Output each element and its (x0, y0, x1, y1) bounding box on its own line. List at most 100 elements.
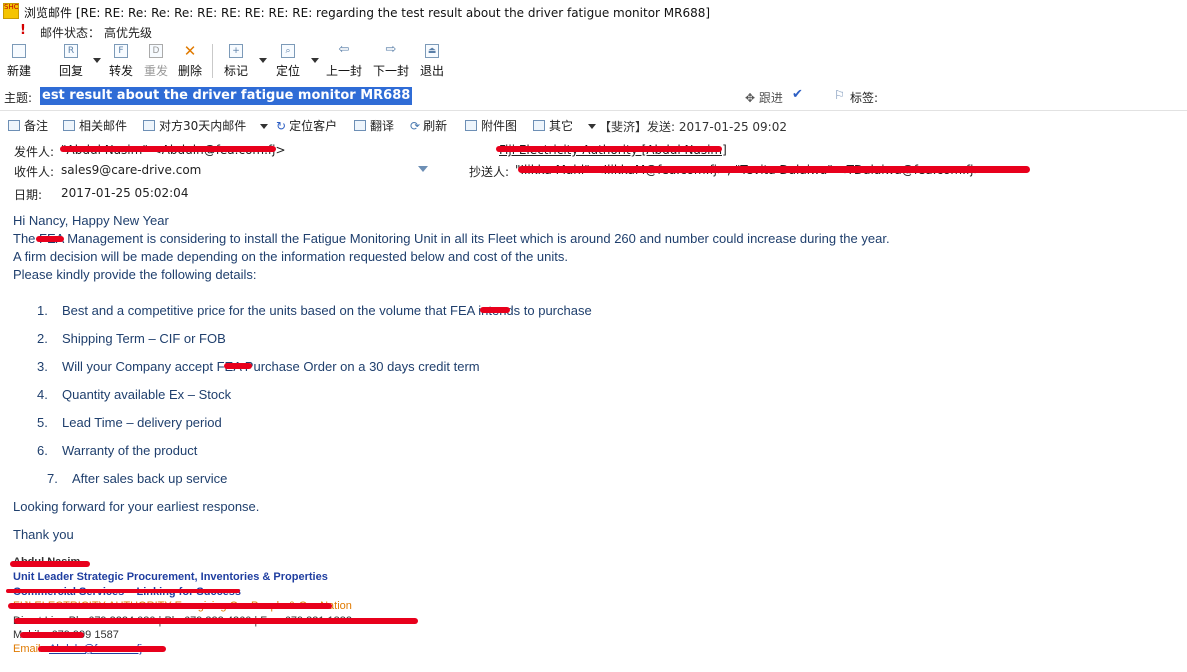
redaction-mark (6, 589, 240, 593)
counterpart-30days-label: 对方30天内邮件 (159, 119, 247, 133)
list-item-number: 1. (37, 303, 48, 318)
redaction-mark (14, 618, 418, 624)
translate-icon (354, 120, 366, 131)
redaction-mark (20, 632, 84, 638)
list-item: Warranty of the product (62, 443, 198, 458)
tag-label[interactable]: 标签: (850, 89, 878, 106)
follow-check-icon[interactable]: ✔ (792, 87, 803, 102)
locate-icon: ⌕ (281, 44, 295, 58)
body-line-1: The FEA Management is considering to ins… (13, 231, 890, 246)
translate-label: 翻译 (370, 119, 395, 133)
follow-up-button[interactable]: ✥ 跟进 (745, 89, 783, 106)
redaction-mark (480, 307, 510, 313)
to-label: 收件人: (14, 165, 55, 179)
locate-label: 定位 (275, 64, 300, 78)
subject-row: 主题: est result about the driver fatigue … (0, 84, 1187, 108)
to-value[interactable]: sales9@care-drive.com (61, 163, 201, 177)
counterpart-dropdown-icon[interactable] (260, 124, 268, 129)
related-mail-button[interactable]: 相关邮件 (63, 117, 127, 134)
list-item-number: 2. (37, 331, 48, 346)
new-button[interactable]: 新建 (4, 42, 34, 80)
attachment-icon (465, 120, 477, 131)
recipients-dropdown-icon[interactable] (418, 166, 428, 172)
forward-label: 转发 (108, 64, 133, 78)
other-button[interactable]: 其它 (533, 117, 573, 134)
locate-dropdown-icon[interactable] (311, 58, 319, 63)
exit-button[interactable]: ⏏ 退出 (418, 42, 446, 80)
locate-customer-button[interactable]: ↻ 定位客户 (276, 117, 337, 134)
window-title: 浏览邮件 [RE: RE: Re: Re: Re: RE: RE: RE: RE… (24, 6, 711, 20)
mark-button[interactable]: + 标记 (220, 42, 252, 80)
exit-label: 退出 (419, 64, 444, 78)
mail-status-row: ! 邮件状态： 高优先级 (0, 22, 600, 40)
list-item-number: 3. (37, 359, 48, 374)
subject-field[interactable]: est result about the driver fatigue moni… (40, 87, 413, 105)
mark-icon: + (229, 44, 243, 58)
body-line-1-post: Management is considering to install the… (63, 231, 890, 246)
resend-icon: D (149, 44, 163, 58)
send-meta: 【斐济】发送: 2017-01-25 09:02 (599, 120, 787, 134)
counterpart-30days-button[interactable]: 对方30天内邮件 (143, 117, 246, 134)
divider (0, 110, 1187, 111)
forward-button[interactable]: F 转发 (106, 42, 136, 80)
redaction-mark (8, 603, 332, 609)
mail-status-label: 邮件状态： (40, 26, 101, 40)
attachment-view-button[interactable]: 附件图 (465, 117, 517, 134)
list-item-number: 6. (37, 443, 48, 458)
reply-button[interactable]: R 回复 (56, 42, 86, 80)
forward-icon: F (114, 44, 128, 58)
redaction-mark (10, 561, 90, 567)
mail-icon (63, 120, 75, 131)
body-line-3: Please kindly provide the following deta… (13, 267, 257, 282)
related-mail-label: 相关邮件 (79, 119, 128, 133)
refresh-icon: ⟳ (410, 119, 421, 133)
closing-line: Looking forward for your earliest respon… (13, 499, 260, 514)
date-label: 日期: (14, 188, 43, 202)
list-item-number: 5. (37, 415, 48, 430)
prev-button[interactable]: ⇦ 上一封 (324, 42, 364, 80)
mark-label: 标记 (223, 64, 248, 78)
list-item: Will your Company accept FEA Purchase Or… (62, 359, 480, 374)
resend-button[interactable]: D 重发 (141, 42, 171, 80)
signature-title: Unit Leader Strategic Procurement, Inven… (13, 571, 328, 583)
note-label: 备注 (24, 119, 49, 133)
date-value: 2017-01-25 05:02:04 (61, 186, 189, 200)
resend-label: 重发 (143, 64, 168, 78)
redaction-mark (36, 236, 64, 242)
mail-status-value: 高优先级 (104, 26, 153, 40)
list-item: Quantity available Ex – Stock (62, 387, 232, 402)
arrow-left-icon: ⇦ (338, 42, 350, 57)
mark-dropdown-icon[interactable] (259, 58, 267, 63)
redaction-mark (224, 363, 252, 369)
subject-label: 主题: (4, 91, 33, 105)
list-item-number: 4. (37, 387, 48, 402)
list-item: Best and a competitive price for the uni… (62, 303, 592, 318)
translate-button[interactable]: 翻译 (354, 117, 394, 134)
note-button[interactable]: 备注 (8, 117, 48, 134)
reply-icon: R (64, 44, 78, 58)
reply-dropdown-icon[interactable] (93, 58, 101, 63)
cc-label: 抄送人: (469, 165, 510, 179)
redaction-mark (518, 166, 1030, 173)
locate-button[interactable]: ⌕ 定位 (272, 42, 304, 80)
follow-up-label: 跟进 (758, 91, 783, 105)
thanks-line: Thank you (13, 527, 74, 542)
next-button[interactable]: ⇨ 下一封 (372, 42, 410, 80)
exit-icon: ⏏ (425, 44, 439, 58)
delete-button[interactable]: ✕ 删除 (175, 42, 205, 80)
delete-icon: ✕ (183, 42, 197, 60)
redaction-mark (60, 146, 276, 152)
redaction-mark (38, 646, 166, 652)
delete-label: 删除 (177, 64, 202, 78)
toolbar: 新建 R 回复 F 转发 D 重发 ✕ 删除 + 标记 ⌕ 定位 ⇦ 上一封 ⇨… (0, 40, 1187, 82)
next-label: 下一封 (372, 64, 409, 78)
prev-label: 上一封 (325, 64, 362, 78)
attachment-view-label: 附件图 (481, 119, 518, 133)
note-icon (8, 120, 20, 131)
window-title-bar: SHOP 浏览邮件 [RE: RE: Re: Re: Re: RE: RE: R… (0, 0, 1187, 22)
other-dropdown-icon[interactable] (588, 124, 596, 129)
other-label: 其它 (549, 119, 574, 133)
list-icon (533, 120, 545, 131)
refresh-button[interactable]: ⟳ 刷新 (410, 117, 447, 134)
refresh-label: 刷新 (423, 119, 448, 133)
